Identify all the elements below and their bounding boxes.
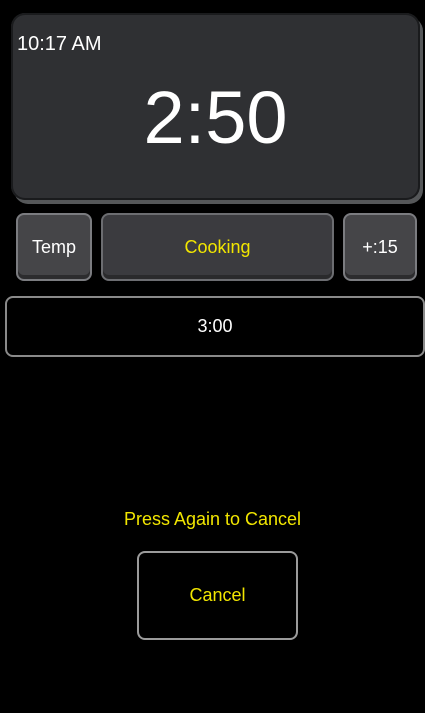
remaining-time: 2:50 bbox=[143, 76, 288, 159]
set-time-value: 3:00 bbox=[197, 316, 233, 336]
clock-time: 10:17 AM bbox=[17, 33, 102, 55]
temp-button-label: Temp bbox=[31, 236, 76, 257]
cancel-button[interactable]: Cancel bbox=[137, 551, 298, 640]
set-time-display[interactable]: 3:00 bbox=[5, 296, 425, 357]
cancel-button-label: Cancel bbox=[189, 585, 246, 605]
cooking-status-label: Cooking bbox=[184, 236, 251, 257]
add-time-button[interactable]: +:15 bbox=[343, 213, 417, 281]
timer-display-panel: 10:17 AM 2:50 bbox=[11, 13, 420, 200]
cooking-status-button[interactable]: Cooking bbox=[101, 213, 334, 281]
add-time-button-label: +:15 bbox=[362, 236, 398, 257]
temp-button[interactable]: Temp bbox=[16, 213, 92, 281]
cancel-prompt: Press Again to Cancel bbox=[123, 509, 302, 529]
